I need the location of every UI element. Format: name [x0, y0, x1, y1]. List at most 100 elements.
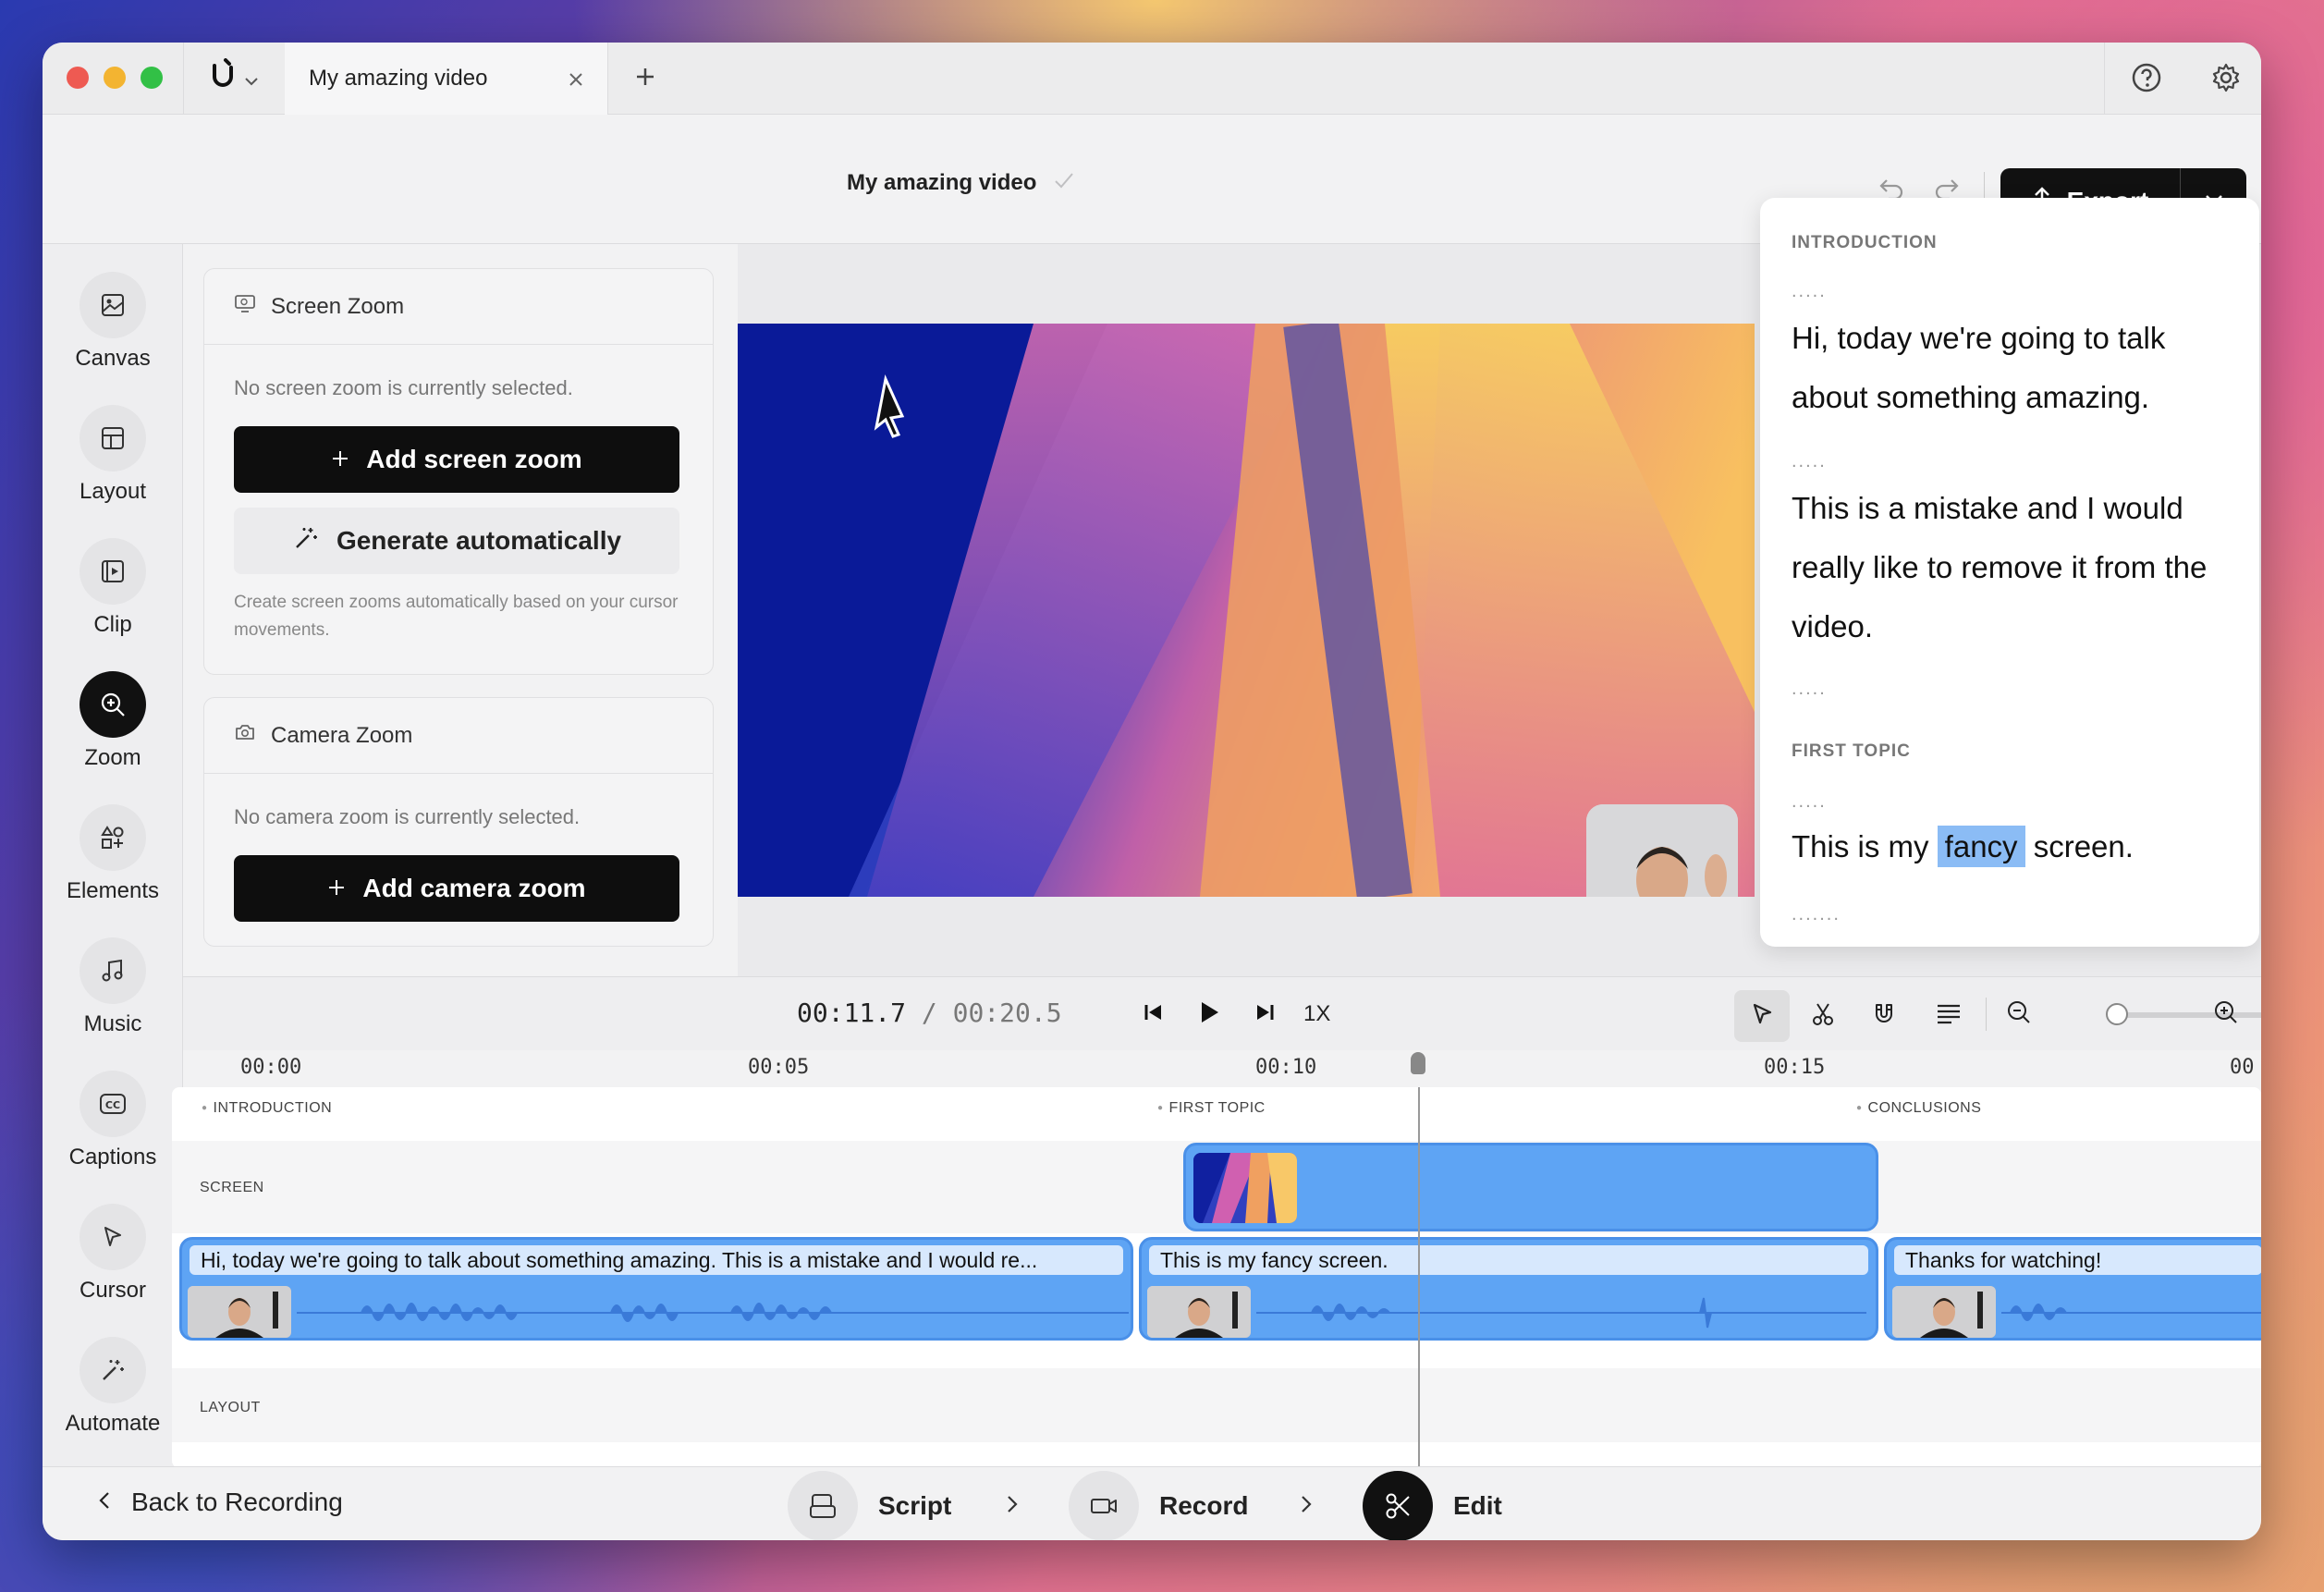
video-preview[interactable] — [738, 324, 1755, 897]
step-edit[interactable]: Edit — [1363, 1471, 1502, 1540]
zoom-out-button[interactable] — [2000, 996, 2037, 1033]
timeline-zoom-handle[interactable] — [2106, 1003, 2128, 1025]
camera-zoom-card: Camera Zoom No camera zoom is currently … — [203, 697, 714, 947]
sidebar-item-automate[interactable]: Automate — [43, 1337, 183, 1470]
screen-clip[interactable] — [1183, 1143, 1878, 1231]
camera-clip[interactable]: Thanks for watching! — [1884, 1237, 2261, 1341]
time-separator: / — [921, 998, 937, 1028]
generate-automatically-button[interactable]: Generate automatically — [234, 508, 679, 574]
minimize-window-button[interactable] — [104, 67, 126, 89]
sidebar-item-music[interactable]: Music — [43, 937, 183, 1071]
sidebar-item-label: Clip — [93, 612, 132, 637]
screen-zoom-header: Screen Zoom — [204, 269, 713, 345]
scissors-icon — [1363, 1471, 1433, 1540]
script-paragraph[interactable]: Hi, today we're going to talk about some… — [1792, 309, 2235, 427]
pause-marker[interactable]: ..... — [1792, 281, 1827, 302]
script-paragraph[interactable]: This is my fancy screen. — [1792, 817, 2235, 876]
maximize-window-button[interactable] — [141, 67, 163, 89]
saved-check-icon — [1053, 170, 1075, 196]
layout-icon — [80, 405, 146, 471]
document-title[interactable]: My amazing video — [847, 170, 1075, 196]
sidebar-item-label: Music — [83, 1011, 142, 1036]
bottom-bar: Back to Recording Script Record Edit — [43, 1466, 2261, 1540]
cut-tool-button[interactable] — [1795, 990, 1851, 1042]
plus-icon — [331, 445, 349, 474]
captions-toggle-button[interactable] — [1921, 990, 1976, 1042]
music-icon — [80, 937, 146, 1004]
pause-marker[interactable]: ..... — [1792, 791, 1827, 813]
skip-back-button[interactable] — [1135, 996, 1172, 1033]
script-text: This is my — [1792, 829, 1938, 863]
playhead-handle[interactable] — [1411, 1052, 1425, 1074]
elements-icon — [80, 804, 146, 871]
sidebar-item-elements[interactable]: Elements — [43, 804, 183, 937]
pause-marker[interactable]: ..... — [1792, 451, 1827, 472]
sidebar-item-clip[interactable]: Clip — [43, 538, 183, 671]
timeline-ruler[interactable]: 00:00 00:05 00:10 00:15 00 — [183, 1050, 2261, 1087]
skip-forward-icon — [1254, 1001, 1276, 1028]
camera-clip-thumbnail — [188, 1286, 291, 1338]
camera-zoom-empty-message: No camera zoom is currently selected. — [234, 805, 581, 828]
section-marker-introduction[interactable]: INTRODUCTION — [202, 1100, 332, 1117]
magic-wand-icon — [292, 524, 320, 558]
skip-forward-button[interactable] — [1246, 996, 1283, 1033]
settings-button[interactable] — [2206, 59, 2246, 100]
sidebar-item-canvas[interactable]: Canvas — [43, 272, 183, 405]
step-record[interactable]: Record — [1069, 1471, 1248, 1540]
playhead[interactable] — [1418, 1087, 1420, 1468]
sidebar-item-zoom[interactable]: Zoom — [43, 671, 183, 804]
camera-clip[interactable]: Hi, today we're going to talk about some… — [179, 1237, 1133, 1341]
app-menu-button[interactable] — [209, 58, 274, 96]
screen-zoom-hint: Create screen zooms automatically based … — [234, 593, 679, 640]
camera-clip-thumbnail — [1892, 1286, 1996, 1338]
playback-speed-button[interactable]: 1X — [1303, 1001, 1330, 1027]
add-screen-zoom-button[interactable]: Add screen zoom — [234, 426, 679, 493]
cursor-icon — [80, 1204, 146, 1270]
pause-marker[interactable]: ....... — [1792, 904, 1841, 925]
sidebar-item-layout[interactable]: Layout — [43, 405, 183, 538]
sidebar-item-cursor[interactable]: Cursor — [43, 1204, 183, 1337]
timeline: INTRODUCTION FIRST TOPIC CONCLUSIONS SCR… — [172, 1087, 2261, 1468]
section-marker-conclusions[interactable]: CONCLUSIONS — [1856, 1100, 1981, 1117]
add-camera-zoom-button[interactable]: Add camera zoom — [234, 855, 679, 922]
camera-zoom-title: Camera Zoom — [271, 722, 413, 748]
layout-track-label: LAYOUT — [200, 1400, 261, 1415]
script-section-first-topic: FIRST TOPIC — [1792, 741, 1911, 761]
gear-icon — [2210, 62, 2242, 98]
ruler-tick: 00:00 — [240, 1056, 302, 1079]
select-tool-button[interactable] — [1734, 990, 1790, 1042]
tab-title: My amazing video — [309, 66, 488, 91]
caption-text[interactable]: Hi, today we're going to talk about some… — [190, 1245, 1123, 1275]
camera-bubble[interactable] — [1586, 804, 1738, 897]
toolbar-separator — [1986, 998, 1987, 1031]
canvas-icon — [80, 272, 146, 338]
pointer-icon — [1749, 1001, 1775, 1032]
tab-my-amazing-video[interactable]: My amazing video — [285, 43, 608, 115]
pause-marker[interactable]: ..... — [1792, 679, 1827, 700]
back-to-recording-button[interactable]: Back to Recording — [98, 1488, 343, 1517]
step-script[interactable]: Script — [788, 1471, 951, 1540]
caption-text[interactable]: This is my fancy screen. — [1149, 1245, 1868, 1275]
help-icon — [2131, 62, 2162, 98]
play-button[interactable] — [1191, 996, 1228, 1033]
zoom-in-button[interactable] — [2208, 996, 2244, 1033]
play-icon — [1198, 1000, 1220, 1029]
script-text: screen. — [2024, 829, 2134, 863]
close-tab-icon[interactable] — [569, 65, 583, 93]
snap-tool-button[interactable] — [1856, 990, 1912, 1042]
ruler-tick: 00:10 — [1255, 1056, 1317, 1079]
caption-text[interactable]: Thanks for watching! — [1894, 1245, 2261, 1275]
section-marker-first-topic[interactable]: FIRST TOPIC — [1157, 1100, 1266, 1117]
camera-clip[interactable]: This is my fancy screen. — [1139, 1237, 1878, 1341]
close-window-button[interactable] — [67, 67, 89, 89]
screen-zoom-title: Screen Zoom — [271, 293, 405, 319]
help-button[interactable] — [2126, 59, 2167, 100]
new-tab-button[interactable] — [627, 57, 664, 98]
chevron-right-icon — [1300, 1491, 1313, 1521]
titlebar-divider — [2104, 43, 2105, 115]
audio-waveform — [297, 1303, 1129, 1322]
script-paragraph[interactable]: This is a mistake and I would really lik… — [1792, 479, 2235, 656]
camera-icon — [234, 722, 256, 749]
sidebar-item-captions[interactable]: CC Captions — [43, 1071, 183, 1204]
selected-word[interactable]: fancy — [1937, 826, 2025, 867]
